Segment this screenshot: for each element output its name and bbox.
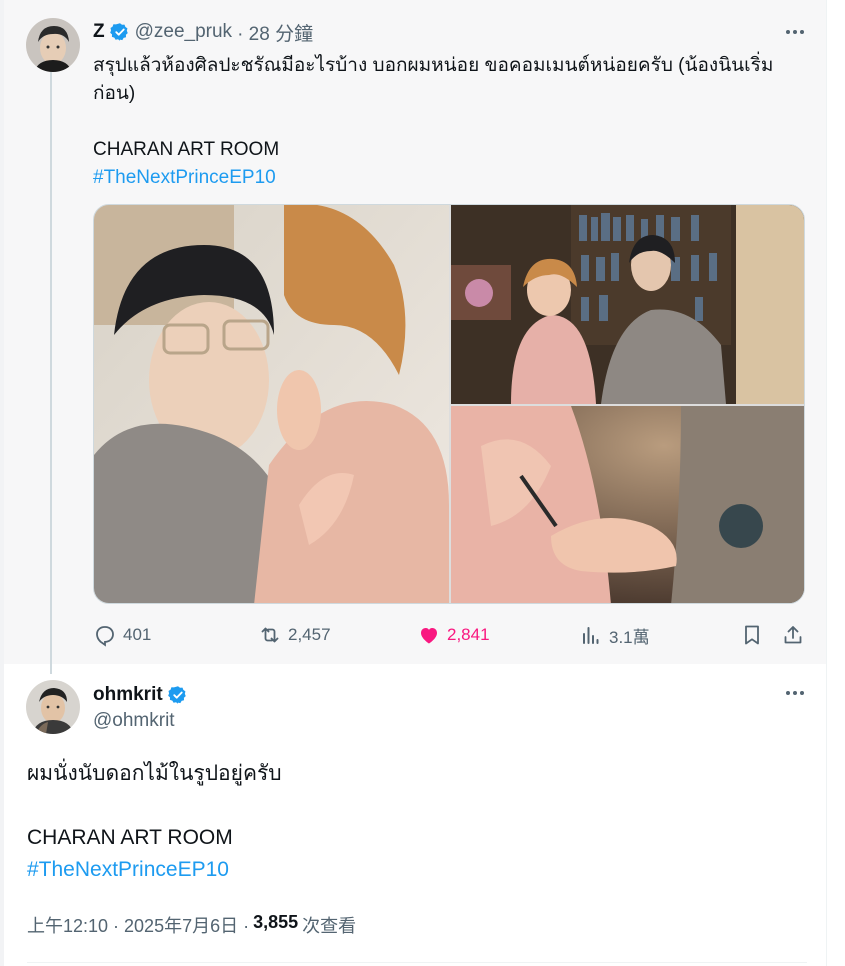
tweet-text-line: CHARAN ART ROOM xyxy=(27,826,233,849)
tweet-header: ohmkrit xyxy=(93,682,188,708)
views-button[interactable]: 3.1萬 xyxy=(579,620,650,650)
share-icon xyxy=(784,626,802,644)
heart-icon xyxy=(421,628,437,644)
retweet-icon xyxy=(261,627,279,643)
tweet-photo[interactable] xyxy=(451,205,804,404)
parent-tweet[interactable]: Z @zee_pruk · 28 分鐘 สรุปแล้วห้องศิลปะชรั… xyxy=(4,0,826,664)
reply-count: 401 xyxy=(123,625,152,644)
verified-badge-icon xyxy=(167,686,186,704)
reply-button[interactable]: 401 xyxy=(93,620,151,650)
tweet-photo[interactable] xyxy=(94,205,449,603)
view-count: 3,855 xyxy=(253,912,299,932)
tweet-timestamp[interactable]: 上午12:10 · 2025年7月6日 · xyxy=(27,912,249,938)
tweet-time[interactable]: · 28 分鐘 xyxy=(237,19,313,46)
avatar[interactable] xyxy=(26,18,80,72)
views-count: 3.1萬 xyxy=(609,627,650,647)
tweet-meta: 上午12:10 · 2025年7月6日 · 3,855 次查看 xyxy=(27,912,356,938)
hashtag-link[interactable]: #TheNextPrinceEP10 xyxy=(27,854,807,886)
more-icon[interactable] xyxy=(781,22,809,42)
media-grid xyxy=(93,204,805,604)
tweet-text-line xyxy=(93,108,805,136)
tweet-text: ผมนั่งนับดอกไม้ในรูปอยู่ครับ CHARAN ART … xyxy=(27,758,807,886)
tweet-text-line: ผมนั่งนับดอกไม้ในรูปอยู่ครับ xyxy=(27,762,282,785)
reply-icon xyxy=(96,626,114,647)
tweet-actions: 401 2,457 2,841 3.1萬 xyxy=(93,620,805,650)
bookmark-button[interactable] xyxy=(740,620,764,650)
right-gutter xyxy=(826,0,845,966)
view-label: 次查看 xyxy=(302,916,357,936)
display-name[interactable]: ohmkrit xyxy=(93,684,163,706)
retweet-button[interactable]: 2,457 xyxy=(258,620,331,650)
like-count: 2,841 xyxy=(447,625,490,644)
tweet-text-line: CHARAN ART ROOM xyxy=(93,139,280,160)
user-handle[interactable]: @ohmkrit xyxy=(93,710,175,732)
thread-line xyxy=(50,72,52,674)
like-button[interactable]: 2,841 xyxy=(417,620,490,650)
tweet-header: Z @zee_pruk · 28 分鐘 xyxy=(93,19,313,46)
user-handle[interactable]: @zee_pruk xyxy=(135,21,232,43)
bookmark-icon xyxy=(745,625,759,645)
tweet-text-line: ก่อน) xyxy=(93,83,136,104)
verified-badge-icon xyxy=(109,23,128,41)
views-icon xyxy=(583,627,599,644)
tweet-text-line xyxy=(27,790,807,822)
tweet-text: สรุปแล้วห้องศิลปะชรัณมีอะไรบ้าง บอกผมหน่… xyxy=(93,52,805,192)
divider xyxy=(27,962,807,963)
display-name[interactable]: Z xyxy=(93,21,105,43)
retweet-count: 2,457 xyxy=(288,625,331,644)
share-button[interactable] xyxy=(781,620,805,650)
tweet-text-line: สรุปแล้วห้องศิลปะชรัณมีอะไรบ้าง บอกผมหน่… xyxy=(93,55,774,76)
more-icon[interactable] xyxy=(781,683,809,703)
tweet-photo[interactable] xyxy=(451,406,804,603)
hashtag-link[interactable]: #TheNextPrinceEP10 xyxy=(93,164,805,192)
avatar[interactable] xyxy=(26,680,80,734)
